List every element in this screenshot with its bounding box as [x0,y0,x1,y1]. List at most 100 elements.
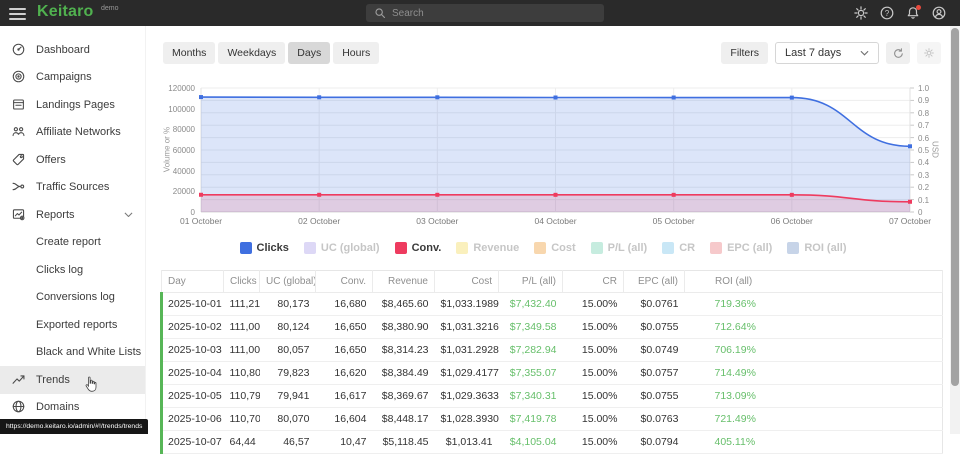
table-cell: 16,650 [316,339,373,362]
table-cell: $0.0761 [624,293,685,316]
table-cell: 80,173 [260,293,316,316]
legend-label: Cost [551,242,575,254]
sidebar-item-create-report[interactable]: Create report [0,229,145,257]
legend-swatch [591,242,603,254]
search-placeholder: Search [392,8,424,19]
column-header-clicks[interactable]: Clicks [224,271,260,293]
column-header-uc-global[interactable]: UC (global) [260,271,316,293]
trends-table-wrap: DayClicksUC (global)Conv.RevenueCostP/L … [160,270,941,454]
legend-swatch [662,242,674,254]
table-cell: 110,70 [224,408,260,431]
yaxis-left-tick: 80000 [151,125,195,134]
table-cell: 16,620 [316,362,373,385]
tab-days[interactable]: Days [288,42,330,64]
yaxis-right-tick: 0.6 [918,134,929,143]
column-header-p-l-all[interactable]: P/L (all) [499,271,563,293]
column-header-conv[interactable]: Conv. [316,271,373,293]
sidebar-item-clicks-log[interactable]: Clicks log [0,256,145,284]
topbar: Keitaro demo Search ? [0,0,960,26]
table-cell: 16,650 [316,316,373,339]
legend-item-roi-all[interactable]: ROI (all) [787,242,846,254]
trends-chart [201,88,910,212]
table-cell: $8,369.67 [373,385,435,408]
filters-button[interactable]: Filters [721,42,768,64]
sidebar-item-dashboard[interactable]: Dashboard [0,36,145,64]
tab-weekdays[interactable]: Weekdays [218,42,285,64]
table-cell: $8,448.17 [373,408,435,431]
logo[interactable]: Keitaro [37,3,94,21]
logo-badge: demo [101,5,119,12]
campaigns-icon [11,69,27,85]
table-row: 2025-10-03111,0080,05716,650$8,314.23$1,… [162,339,943,362]
column-header-epc-all[interactable]: EPC (all) [624,271,685,293]
chart-settings-button[interactable] [917,42,941,64]
notifications-icon[interactable] [905,5,921,21]
scrollbar-track[interactable] [950,26,960,434]
legend-item-cr[interactable]: CR [662,242,695,254]
table-cell: 712.64% [685,316,943,339]
legend-item-p-l-all[interactable]: P/L (all) [591,242,648,254]
yaxis-left-tick: 20000 [151,187,195,196]
legend-swatch [304,242,316,254]
table-cell: 15.00% [563,316,624,339]
xaxis-tick: 02 October [274,216,364,226]
table-cell: 15.00% [563,339,624,362]
legend-label: P/L (all) [608,242,648,254]
topbar-icons: ? [853,0,947,26]
sidebar-item-traffic-sources[interactable]: Traffic Sources [0,174,145,202]
account-icon[interactable] [931,5,947,21]
sidebar-item-campaigns[interactable]: Campaigns [0,64,145,92]
sidebar: DashboardCampaignsLandings PagesAffiliat… [0,26,146,434]
sidebar-item-reports[interactable]: Reports [0,201,145,229]
offers-icon [11,152,27,168]
legend-swatch [534,242,546,254]
sidebar-item-trends[interactable]: Trends [0,366,145,394]
legend-swatch [240,242,252,254]
tab-months[interactable]: Months [163,42,215,64]
column-header-roi-all[interactable]: ROI (all) [685,271,943,293]
sidebar-item-offers[interactable]: Offers [0,146,145,174]
menu-icon[interactable] [9,8,26,23]
table-cell: $0.0755 [624,316,685,339]
column-header-day[interactable]: Day [162,271,224,293]
sidebar-item-exported-reports[interactable]: Exported reports [0,311,145,339]
table-cell: 80,124 [260,316,316,339]
yaxis-right-tick: 0.9 [918,96,929,105]
help-icon[interactable]: ? [879,5,895,21]
legend-item-revenue[interactable]: Revenue [456,242,519,254]
table-cell: 706.19% [685,339,943,362]
sidebar-item-domains[interactable]: Domains [0,394,145,422]
sidebar-item-conversions-log[interactable]: Conversions log [0,284,145,312]
scrollbar-thumb[interactable] [951,28,959,386]
column-header-cr[interactable]: CR [563,271,624,293]
column-header-cost[interactable]: Cost [435,271,499,293]
sidebar-item-label: Conversions log [36,291,115,303]
column-header-revenue[interactable]: Revenue [373,271,435,293]
search-input[interactable]: Search [366,4,604,22]
sidebar-item-black-and-white-lists[interactable]: Black and White Lists [0,339,145,367]
xaxis-tick: 01 October [156,216,246,226]
table-cell: 2025-10-03 [162,339,224,362]
legend-item-conv[interactable]: Conv. [395,242,442,254]
status-url-tooltip: https://demo.keitaro.io/admin/#!/trends/… [0,419,148,434]
legend-item-uc-global[interactable]: UC (global) [304,242,380,254]
chart-yaxis-right-label: USD [931,128,940,172]
settings-icon[interactable] [853,5,869,21]
table-cell: $7,419.78 [499,408,563,431]
table-cell: $0.0755 [624,385,685,408]
date-range-select[interactable]: Last 7 days [775,42,879,64]
sidebar-item-landings-pages[interactable]: Landings Pages [0,91,145,119]
table-cell: 2025-10-02 [162,316,224,339]
refresh-button[interactable] [886,42,910,64]
legend-item-cost[interactable]: Cost [534,242,575,254]
legend-swatch [395,242,407,254]
dashboard-icon [11,42,27,58]
legend-item-epc-all[interactable]: EPC (all) [710,242,772,254]
sidebar-item-label: Clicks log [36,264,83,276]
tab-hours[interactable]: Hours [333,42,379,64]
xaxis-tick: 07 October [865,216,955,226]
table-cell: $7,349.58 [499,316,563,339]
sidebar-item-affiliate-networks[interactable]: Affiliate Networks [0,119,145,147]
legend-item-clicks[interactable]: Clicks [240,242,289,254]
table-cell: 79,941 [260,385,316,408]
